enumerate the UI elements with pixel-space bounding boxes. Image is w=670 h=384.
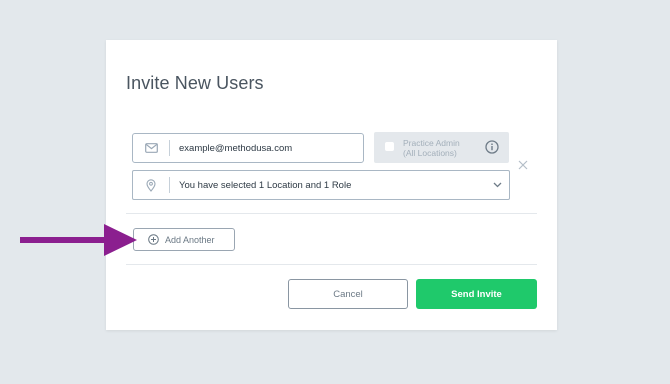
cancel-button[interactable]: Cancel — [288, 279, 408, 309]
add-another-button[interactable]: Add Another — [133, 228, 235, 251]
send-invite-button[interactable]: Send Invite — [416, 279, 537, 309]
practice-admin-checkbox[interactable] — [385, 142, 394, 151]
plus-circle-icon — [148, 234, 159, 245]
modal-title: Invite New Users — [126, 73, 264, 93]
divider — [126, 264, 537, 265]
field-separator — [169, 177, 170, 193]
practice-admin-label-line1: Practice Admin — [403, 138, 460, 148]
location-role-select[interactable]: You have selected 1 Location and 1 Role — [132, 170, 510, 200]
add-another-label: Add Another — [165, 234, 215, 245]
practice-admin-label-line2: (All Locations) — [403, 148, 457, 158]
map-pin-icon — [133, 178, 169, 192]
email-field[interactable]: example@methodusa.com — [132, 133, 364, 163]
location-summary: You have selected 1 Location and 1 Role — [179, 179, 352, 191]
email-value: example@methodusa.com — [179, 142, 293, 154]
arrow-right-icon — [20, 224, 137, 256]
divider — [126, 213, 537, 214]
close-icon[interactable] — [518, 157, 528, 175]
practice-admin-label: Practice Admin (All Locations) — [403, 138, 460, 158]
practice-admin-option[interactable]: Practice Admin (All Locations) — [374, 132, 509, 163]
info-icon[interactable] — [485, 140, 499, 159]
chevron-down-icon[interactable] — [485, 182, 509, 188]
invite-users-modal: Invite New Users example@methodusa.com P… — [106, 40, 557, 330]
field-separator — [169, 140, 170, 156]
envelope-icon — [133, 143, 169, 153]
